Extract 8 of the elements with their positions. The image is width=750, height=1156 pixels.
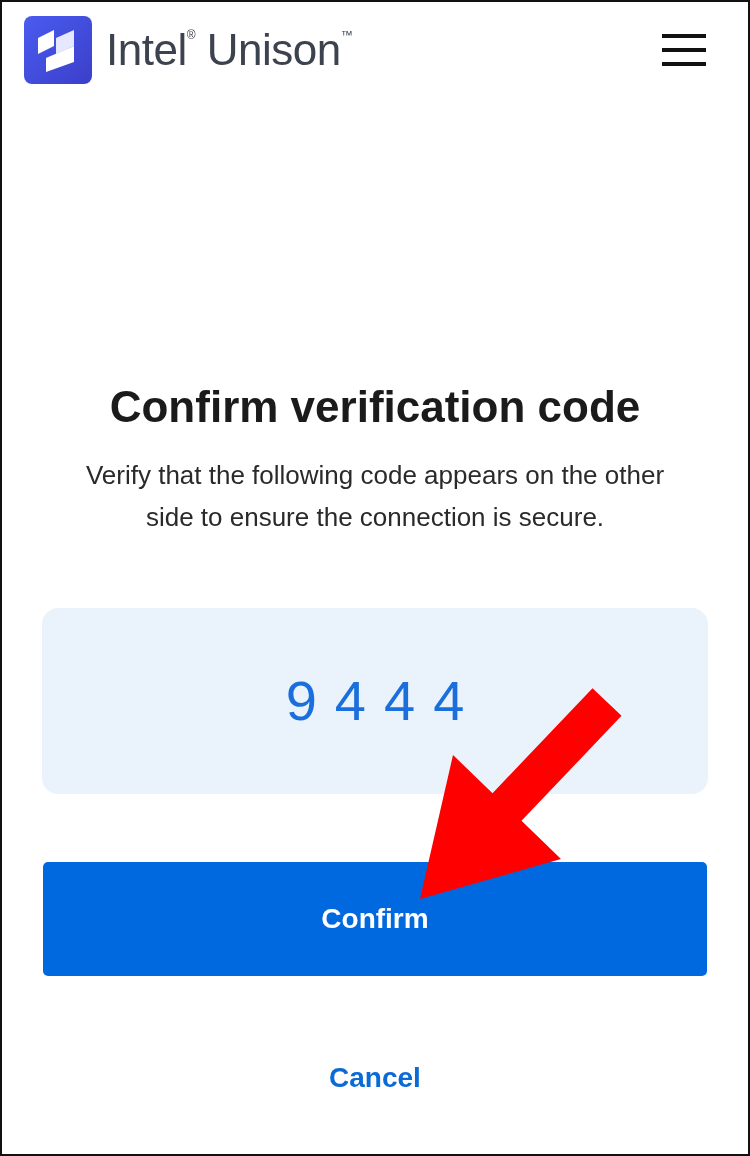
menu-icon[interactable] (662, 34, 708, 66)
confirm-button[interactable]: Confirm (43, 862, 707, 976)
cancel-link[interactable]: Cancel (323, 1056, 427, 1100)
logo-icon (24, 16, 92, 84)
dialog-title: Confirm verification code (108, 381, 642, 433)
app-name: Intel$^{®}$ Unison$^{™}$ (106, 24, 353, 76)
verification-code: 9444 (285, 668, 483, 734)
description-text: Verify that the following code appears on the other side to ensure the connection is secure. (84, 459, 666, 534)
